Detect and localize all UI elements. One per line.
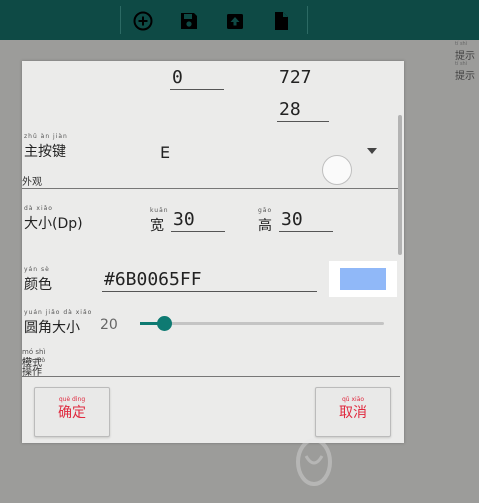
divider: [22, 188, 400, 189]
height-input[interactable]: 30: [279, 209, 333, 232]
toolbar: [120, 6, 308, 34]
color-label: yán sè 颜色: [24, 266, 52, 293]
color-swatch-frame[interactable]: [329, 261, 397, 297]
corner-radius-label: yuán jiǎo dà xiǎo 圆角大小: [24, 309, 93, 336]
divider: [22, 376, 400, 377]
color-input[interactable]: #6B0065FF: [102, 269, 317, 292]
button-edit-dialog: 0 727 28 zhǔ àn jiàn 主按键 E 外观 dà xiǎo 大小…: [22, 61, 404, 443]
appearance-preview-circle[interactable]: [322, 155, 352, 185]
size-label: dà xiǎo 大小(Dp): [24, 205, 83, 232]
height-label: gāo 高: [258, 207, 273, 234]
side-hint: tí shì 提示: [455, 41, 475, 63]
side-hint: tí shì 提示: [455, 61, 475, 83]
main-key-value[interactable]: E: [160, 143, 170, 162]
cancel-button[interactable]: qǔ xiāo 取消: [315, 387, 391, 437]
corner-radius-value: 20: [100, 317, 118, 333]
file-icon[interactable]: [271, 11, 291, 31]
corner-radius-slider[interactable]: [140, 316, 384, 331]
add-icon[interactable]: [133, 11, 153, 31]
appearance-label: 外观: [22, 177, 42, 188]
width-input[interactable]: 30: [171, 209, 225, 232]
width-label: kuān 宽: [150, 207, 169, 234]
chevron-down-icon[interactable]: [366, 147, 378, 155]
save-icon[interactable]: [179, 11, 199, 31]
watermark-logo-icon: [296, 438, 332, 486]
y-coordinate-field[interactable]: 727: [277, 67, 329, 89]
z-coordinate-field[interactable]: 28: [277, 99, 329, 122]
color-swatch: [340, 268, 386, 290]
export-icon[interactable]: [225, 11, 245, 31]
top-bar: [0, 0, 479, 40]
main-key-label: zhǔ àn jiàn 主按键: [24, 133, 68, 160]
x-coordinate-field[interactable]: 0: [170, 67, 224, 90]
dialog-scrollbar[interactable]: [398, 115, 402, 255]
confirm-button[interactable]: què dìng 确定: [34, 387, 110, 437]
slider-thumb[interactable]: [157, 316, 173, 331]
